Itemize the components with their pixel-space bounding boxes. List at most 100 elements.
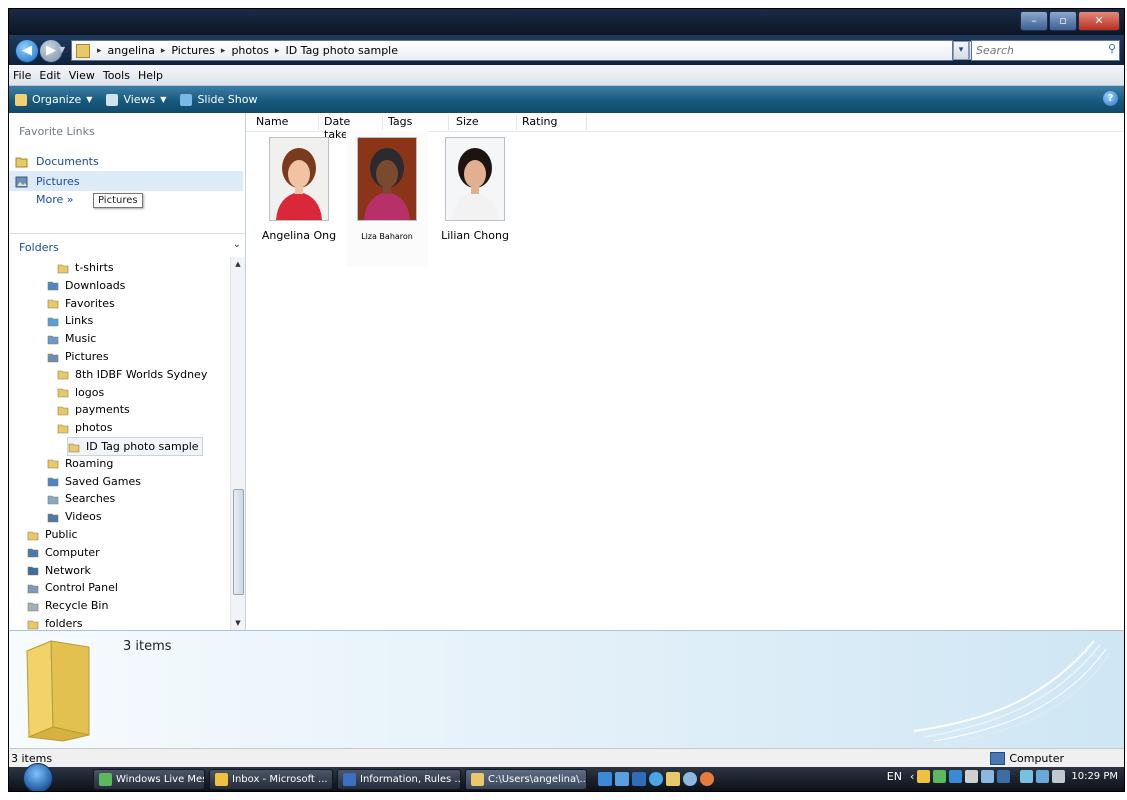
start-button[interactable] (23, 763, 53, 791)
menu-edit[interactable]: Edit (35, 69, 64, 82)
window-controls: – ▫ ✕ (1019, 11, 1120, 31)
folder-tree-item[interactable]: photos (57, 419, 112, 436)
folder-tree-item[interactable]: 8th IDBF Worlds Sydney (57, 366, 207, 383)
title-bar[interactable]: – ▫ ✕ (9, 9, 1124, 35)
menu-file[interactable]: File (9, 69, 35, 82)
tray-icon[interactable] (981, 770, 995, 783)
search-icon[interactable]: ⚲ (1108, 42, 1116, 55)
volume-icon[interactable] (1052, 770, 1066, 783)
close-button[interactable]: ✕ (1078, 11, 1120, 31)
folder-tree-scrollbar[interactable]: ▲ ▼ (230, 257, 245, 630)
folder-icon (27, 618, 39, 630)
taskbar-button-outlook[interactable]: Inbox - Microsoft ... (209, 768, 333, 790)
breadcrumb-item[interactable]: angelina (105, 44, 158, 57)
folder-tree-item[interactable]: Downloads (47, 277, 125, 294)
language-indicator[interactable]: EN (887, 770, 902, 783)
breadcrumb-separator-icon[interactable]: ▸ (94, 46, 105, 56)
breadcrumb-item[interactable]: ID Tag photo sample (282, 44, 401, 57)
back-button[interactable]: ◀ (15, 39, 39, 63)
app-icon[interactable] (615, 772, 629, 786)
app-icon[interactable] (632, 772, 646, 786)
column-header-date-taken[interactable]: Date taken (320, 115, 383, 141)
menu-help[interactable]: Help (134, 69, 167, 82)
column-header-name[interactable]: Name (252, 115, 319, 130)
folder-tree-item[interactable]: folders (27, 615, 83, 630)
scroll-down-icon[interactable]: ▼ (231, 616, 245, 630)
word-icon (343, 772, 356, 786)
details-item-count: 3 items (123, 639, 172, 654)
favorites-icon (47, 297, 59, 309)
folder-tree-item[interactable]: Links (47, 312, 93, 329)
scrollbar-thumb[interactable] (233, 489, 244, 595)
folder-tree-item[interactable]: Public (27, 526, 78, 543)
tray-icon[interactable] (949, 770, 963, 783)
taskbar-button-messenger[interactable]: Windows Live Mes... (93, 768, 205, 790)
photo-thumbnail[interactable]: Angelina Ong (258, 131, 340, 242)
favorite-link-pictures[interactable]: Pictures (9, 171, 243, 191)
favorite-link-label: Pictures (36, 174, 80, 188)
breadcrumb-separator-icon[interactable]: ▸ (158, 46, 169, 56)
photo-thumbnail[interactable]: Liza Baharon (346, 131, 428, 267)
folder-icon[interactable] (666, 772, 680, 786)
folder-tree-item[interactable]: t-shirts (57, 259, 114, 276)
maximize-button[interactable]: ▫ (1049, 11, 1077, 31)
chevron-left-icon[interactable]: ‹ (910, 770, 914, 783)
column-header-size[interactable]: Size (452, 115, 517, 130)
folder-tree-label: photos (75, 421, 113, 435)
breadcrumb-item[interactable]: photos (228, 44, 271, 57)
folder-tree-label: Music (65, 332, 97, 346)
folder-tree-item[interactable]: Videos (47, 508, 102, 525)
tray-icon[interactable] (997, 770, 1011, 783)
tray-icon[interactable] (965, 770, 979, 783)
folder-tree-item[interactable]: Roaming (47, 455, 113, 472)
menu-view[interactable]: View (65, 69, 99, 82)
more-links-button[interactable]: More » (36, 193, 74, 206)
tray-icon[interactable] (917, 770, 931, 783)
clock[interactable]: 10:29 PM (1071, 771, 1118, 782)
folder-tree-item[interactable]: Control Panel (27, 579, 118, 596)
taskbar-button-label: Windows Live Mes... (116, 773, 204, 785)
folders-header[interactable]: Folders ⌄ (9, 233, 245, 258)
breadcrumb-separator-icon[interactable]: ▸ (218, 46, 229, 56)
slideshow-button[interactable]: Slide Show (180, 93, 257, 106)
folder-tree-item[interactable]: Favorites (47, 295, 115, 312)
status-location: Computer (990, 752, 1064, 765)
ie-icon[interactable] (649, 772, 663, 786)
help-button[interactable]: ? (1103, 91, 1118, 106)
app-icon[interactable] (598, 772, 612, 786)
breadcrumb-item[interactable]: Pictures (168, 44, 218, 57)
menu-tools[interactable]: Tools (99, 69, 134, 82)
folder-tree-item[interactable]: Searches (47, 490, 115, 507)
folder-icon (27, 529, 39, 541)
scroll-up-icon[interactable]: ▲ (231, 257, 245, 271)
folder-tree-item[interactable]: logos (57, 384, 104, 401)
folder-tree-item[interactable]: Pictures (47, 348, 109, 365)
folder-tree-item[interactable]: Network (27, 562, 91, 579)
folder-tree-item[interactable]: payments (57, 401, 130, 418)
folder-tree-item[interactable]: Saved Games (47, 473, 141, 490)
tray-icon[interactable] (933, 770, 947, 783)
organize-button[interactable]: Organize ▼ (15, 93, 92, 106)
address-dropdown-button[interactable]: ▾ (953, 41, 969, 60)
monitor-icon[interactable] (1036, 770, 1050, 783)
taskbar-button-explorer[interactable]: C:\Users\angelina\... (465, 768, 587, 790)
search-input[interactable] (972, 41, 1098, 60)
minimize-button[interactable]: – (1020, 11, 1048, 31)
views-button[interactable]: Views ▼ (106, 93, 166, 106)
folder-tree-item[interactable]: Music (47, 330, 96, 347)
taskbar-button-word[interactable]: Information, Rules ... (337, 768, 461, 790)
folder-tree-item[interactable]: Recycle Bin (27, 597, 108, 614)
breadcrumb-separator-icon[interactable]: ▸ (272, 46, 283, 56)
photo-thumbnail[interactable]: Lilian Chong (434, 131, 516, 242)
network-icon[interactable] (1020, 770, 1034, 783)
app-icon[interactable] (683, 772, 697, 786)
photo-image (445, 137, 505, 221)
column-header-rating[interactable]: Rating (518, 115, 587, 130)
folder-tree-item[interactable]: ID Tag photo sample (67, 437, 203, 456)
column-header-tags[interactable]: Tags (384, 115, 449, 130)
recent-pages-dropdown[interactable]: ▼ (59, 45, 65, 54)
folder-tree-item[interactable]: Computer (27, 544, 100, 561)
app-icon[interactable] (700, 772, 714, 786)
address-bar[interactable]: ▸ angelina ▸ Pictures ▸ photos ▸ ID Tag … (71, 40, 953, 61)
favorite-link-documents[interactable]: Documents (9, 151, 243, 171)
